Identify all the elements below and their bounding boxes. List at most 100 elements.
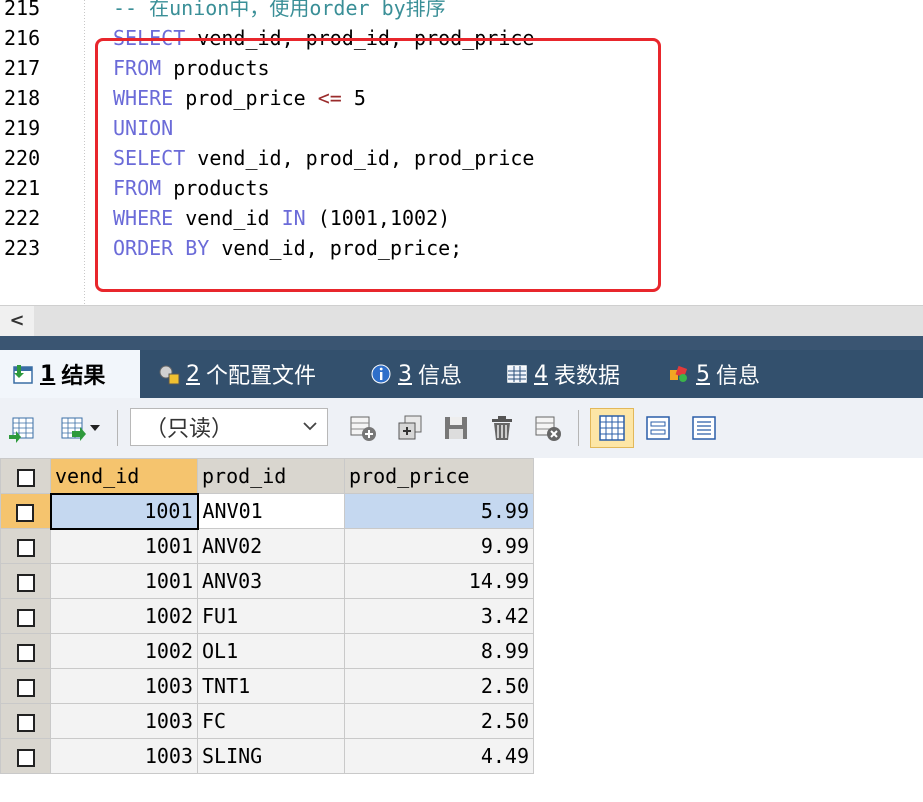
text-view-icon [692,416,716,440]
tab-table-data[interactable]: 4 表数据 [494,350,654,398]
trash-icon [492,416,512,440]
row-checkbox[interactable] [16,678,35,697]
cell-vend-id[interactable]: 1003 [50,668,198,704]
delete-button[interactable] [484,410,520,446]
table-row[interactable]: 1001 ANV01 5.99 [0,492,534,530]
column-header-prod-price[interactable]: prod_price [344,458,534,494]
line-number: 219 [4,116,41,140]
cell-prod-price[interactable]: 2.50 [344,668,534,704]
form-view-button[interactable] [640,410,676,446]
cell-prod-price[interactable]: 8.99 [344,633,534,669]
cell-prod-price[interactable]: 14.99 [344,563,534,599]
row-checkbox[interactable] [16,748,35,767]
insert-row-button[interactable] [345,410,381,446]
row-checkbox-cell[interactable] [0,528,51,564]
table-row[interactable]: 1001 ANV03 14.99 [0,563,534,599]
export-button[interactable] [4,410,40,446]
import-grid-icon [61,417,86,441]
tab-profiles-number: 2 [186,361,200,387]
line-number: 222 [4,206,41,230]
cell-vend-id[interactable]: 1001 [49,492,199,530]
tab-info-2-label: 信息 [716,364,761,389]
tab-info-2[interactable]: 5 信息 [656,350,796,398]
line-number: 220 [4,146,41,170]
table-row[interactable]: 1002 FU1 3.42 [0,598,534,634]
tab-results[interactable]: 1 结果 [0,350,140,398]
line-number: 216 [4,26,41,50]
info-colored-icon [670,365,688,382]
table-row[interactable]: 1003 TNT1 2.50 [0,668,534,704]
cell-prod-id[interactable]: TNT1 [197,668,345,704]
sql-editor[interactable]: 215 -- 在union中，使用order by排序 216 SELECT vend… [0,0,923,305]
row-checkbox-cell[interactable] [0,598,51,634]
select-all-checkbox-cell[interactable] [0,458,51,494]
cell-prod-id[interactable]: FC [197,703,345,739]
cell-prod-id[interactable]: OL1 [197,633,345,669]
row-checkbox[interactable] [16,643,35,662]
tab-info-label: 信息 [418,364,463,389]
scroll-left-button[interactable]: < [0,306,34,336]
horizontal-scrollbar[interactable]: < [0,305,923,336]
cell-prod-price[interactable]: 2.50 [344,703,534,739]
row-checkbox-cell[interactable] [0,563,51,599]
line-number: 221 [4,176,41,200]
code-line[interactable]: 215 -- 在union中，使用order by排序 [0,0,923,23]
row-checkbox-cell[interactable] [0,493,51,529]
duplicate-row-button[interactable] [392,410,428,446]
cell-prod-price[interactable]: 9.99 [344,528,534,564]
tab-profiles-label: 个配置文件 [206,364,317,389]
tab-table-data-number: 4 [534,361,548,387]
readonly-select[interactable]: （只读） [130,408,328,446]
row-checkbox[interactable] [16,713,35,732]
tab-results-number: 1 [40,361,56,387]
cancel-changes-button[interactable] [530,410,566,446]
cell-prod-id[interactable]: ANV01 [197,493,345,529]
row-checkbox[interactable] [16,573,35,592]
info-icon [371,364,391,384]
save-icon [445,417,467,439]
table-row[interactable]: 1001 ANV02 9.99 [0,528,534,564]
cell-vend-id[interactable]: 1002 [50,633,198,669]
save-button[interactable] [438,410,474,446]
cell-prod-id[interactable]: ANV02 [197,528,345,564]
cell-prod-id[interactable]: ANV03 [197,563,345,599]
table-row[interactable]: 1003 SLING 4.49 [0,738,534,774]
row-checkbox[interactable] [16,608,35,627]
result-grid[interactable]: vend_id prod_id prod_price 1001 ANV01 5.99… [0,458,534,774]
cell-vend-id[interactable]: 1002 [50,598,198,634]
row-checkbox[interactable] [16,538,35,557]
line-number: 223 [4,236,41,260]
cell-vend-id[interactable]: 1003 [50,738,198,774]
line-number: 217 [4,56,41,80]
result-toolbar: （只读） [0,398,923,458]
cell-vend-id[interactable]: 1001 [50,528,198,564]
grid-body: 1001 ANV01 5.99 1001 ANV02 9.99 1001 ANV03 14.99… [0,492,534,774]
tab-results-label: 结果 [61,364,106,389]
tab-bar-top-strip [0,336,923,350]
cell-vend-id[interactable]: 1001 [50,563,198,599]
cell-prod-id[interactable]: SLING [197,738,345,774]
tab-profiles[interactable]: 2 个配置文件 [146,350,356,398]
table-row[interactable]: 1003 FC 2.50 [0,703,534,739]
import-dropdown-button[interactable] [50,410,110,446]
table-row[interactable]: 1002 OL1 8.99 [0,633,534,669]
row-checkbox[interactable] [16,503,35,522]
column-header-prod-id[interactable]: prod_id [197,458,345,494]
grid-view-button[interactable] [590,408,634,448]
grid-header-row: vend_id prod_id prod_price [0,458,534,494]
tab-info[interactable]: 3 信息 [358,350,492,398]
result-tabs: 1 结果 2 个配置文件 3 信息 4 表数据 5 信息 [0,350,923,398]
row-checkbox-cell[interactable] [0,738,51,774]
row-checkbox-cell[interactable] [0,703,51,739]
cell-vend-id[interactable]: 1003 [50,703,198,739]
select-all-checkbox[interactable] [16,468,35,487]
column-header-vend-id[interactable]: vend_id [50,458,198,494]
text-view-button[interactable] [686,410,722,446]
row-checkbox-cell[interactable] [0,668,51,704]
chevron-down-icon [90,425,100,431]
row-checkbox-cell[interactable] [0,633,51,669]
cell-prod-price[interactable]: 3.42 [344,598,534,634]
cell-prod-price[interactable]: 5.99 [344,493,534,529]
cell-prod-id[interactable]: FU1 [197,598,345,634]
cell-prod-price[interactable]: 4.49 [344,738,534,774]
